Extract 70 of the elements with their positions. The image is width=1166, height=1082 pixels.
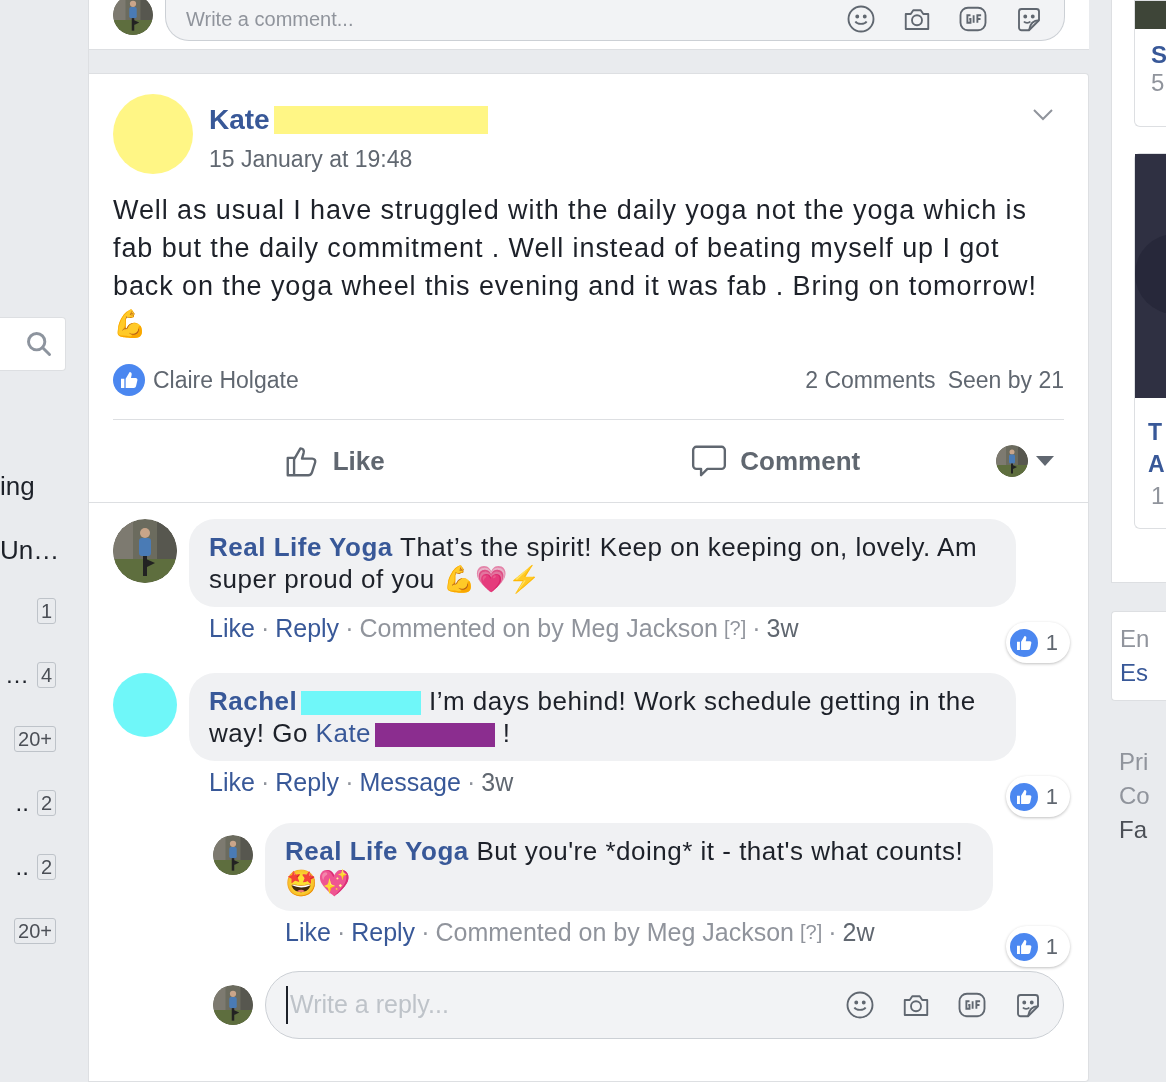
audience-selector[interactable]: [996, 445, 1054, 477]
gif-icon[interactable]: [957, 990, 987, 1020]
thumbs-up-icon: [1009, 628, 1038, 657]
count-badge: 20+: [14, 918, 56, 944]
comment-time[interactable]: 3w: [481, 767, 514, 797]
comment-action-link[interactable]: Message: [359, 767, 461, 797]
caret-icon: [1036, 456, 1054, 466]
comment-time[interactable]: 2w: [842, 917, 875, 947]
comment-action-link[interactable]: Like: [209, 767, 255, 797]
comment-note: Commented on by Meg Jackson: [359, 613, 718, 643]
separator-dot: ·: [344, 613, 355, 643]
sidebar-item[interactable]: ..: [15, 849, 29, 885]
separator-dot: ·: [827, 917, 838, 947]
post-time[interactable]: 15 January at 19:48: [209, 142, 1016, 177]
card-subtitle: 5: [1150, 69, 1166, 97]
reaction-names[interactable]: Claire Holgate: [153, 362, 299, 397]
footer-link[interactable]: Fa: [1119, 813, 1166, 847]
count-badge: 1: [36, 598, 56, 624]
language-label: En: [1120, 624, 1151, 654]
card-title[interactable]: T: [1135, 416, 1166, 448]
count-badge: 4: [36, 662, 56, 688]
comment-text: Rachel I’m days behind! Work schedule getting in the way! Go Kate !: [209, 685, 977, 749]
sidebar-item[interactable]: …: [4, 657, 29, 693]
post-text: Well as usual I have struggled with the daily yoga not the yoga which is fab but the daily commitment . Well instead of beating myself up I got back on the yoga wheel this evening and it was fab . Bring on tomorrow! 💪: [113, 193, 1038, 341]
count-badge: 2: [36, 790, 56, 816]
card-title[interactable]: A: [1135, 448, 1166, 480]
count-badge: 20+: [14, 726, 56, 752]
thumbs-up-icon: [113, 363, 145, 396]
count-badge: 2: [36, 854, 56, 880]
comment-action-link[interactable]: Reply: [275, 767, 340, 797]
seen-by[interactable]: Seen by 21: [947, 362, 1064, 397]
chevron-down-icon[interactable]: [1032, 108, 1054, 122]
comment-note: Commented on by Meg Jackson: [435, 917, 794, 947]
like-count-badge: 1: [1005, 776, 1070, 817]
sidebar-item[interactable]: ing: [0, 469, 35, 503]
like-count-badge: 1: [1005, 622, 1070, 663]
language-link[interactable]: Es: [1120, 656, 1166, 690]
comment-text: Real Life Yoga But you're *doing* it - that's what counts! 🤩💖: [285, 835, 965, 899]
separator-dot: ·: [335, 917, 347, 947]
comment-text: Real Life Yoga That’s the spirit! Keep on keeping on, lovely. Am super proud of you 💪💗⚡: [209, 531, 979, 595]
comment-author[interactable]: Real Life Yoga: [285, 836, 469, 866]
sidebar-item[interactable]: Un…: [0, 533, 60, 567]
comment-action-link[interactable]: Like: [285, 917, 331, 947]
mention-link[interactable]: Kate: [307, 718, 372, 748]
comment-action-link[interactable]: Like: [209, 613, 255, 643]
smiley-icon[interactable]: [845, 990, 875, 1020]
separator-dot: ·: [465, 767, 477, 797]
comment-time[interactable]: 3w: [766, 613, 799, 643]
separator-dot: ·: [751, 613, 762, 643]
thumbs-up-icon: [1009, 932, 1038, 961]
comment-author[interactable]: Real Life Yoga: [209, 532, 393, 562]
post-author[interactable]: Kate: [209, 104, 270, 136]
card-title[interactable]: S: [1135, 41, 1166, 69]
card-subtitle: 1: [1150, 481, 1166, 511]
separator-dot: ·: [259, 767, 271, 797]
separator-dot: ·: [420, 917, 431, 947]
comment-action-link[interactable]: Reply: [351, 917, 416, 947]
like-button[interactable]: Like: [113, 441, 555, 481]
comment-author[interactable]: Rachel: [209, 686, 298, 716]
thumbs-up-icon: [1009, 782, 1038, 811]
sidebar-item[interactable]: ..: [15, 785, 29, 821]
search-field[interactable]: [0, 317, 66, 371]
comment-action-link[interactable]: Reply: [275, 613, 340, 643]
comment-button[interactable]: Comment: [554, 441, 996, 481]
like-count-badge: 1: [1005, 926, 1070, 967]
comments-count[interactable]: 2 Comments: [805, 362, 936, 397]
smiley-icon[interactable]: [846, 3, 876, 34]
separator-dot: ·: [259, 613, 271, 643]
search-icon[interactable]: [25, 330, 53, 358]
separator-dot: ·: [344, 767, 355, 797]
